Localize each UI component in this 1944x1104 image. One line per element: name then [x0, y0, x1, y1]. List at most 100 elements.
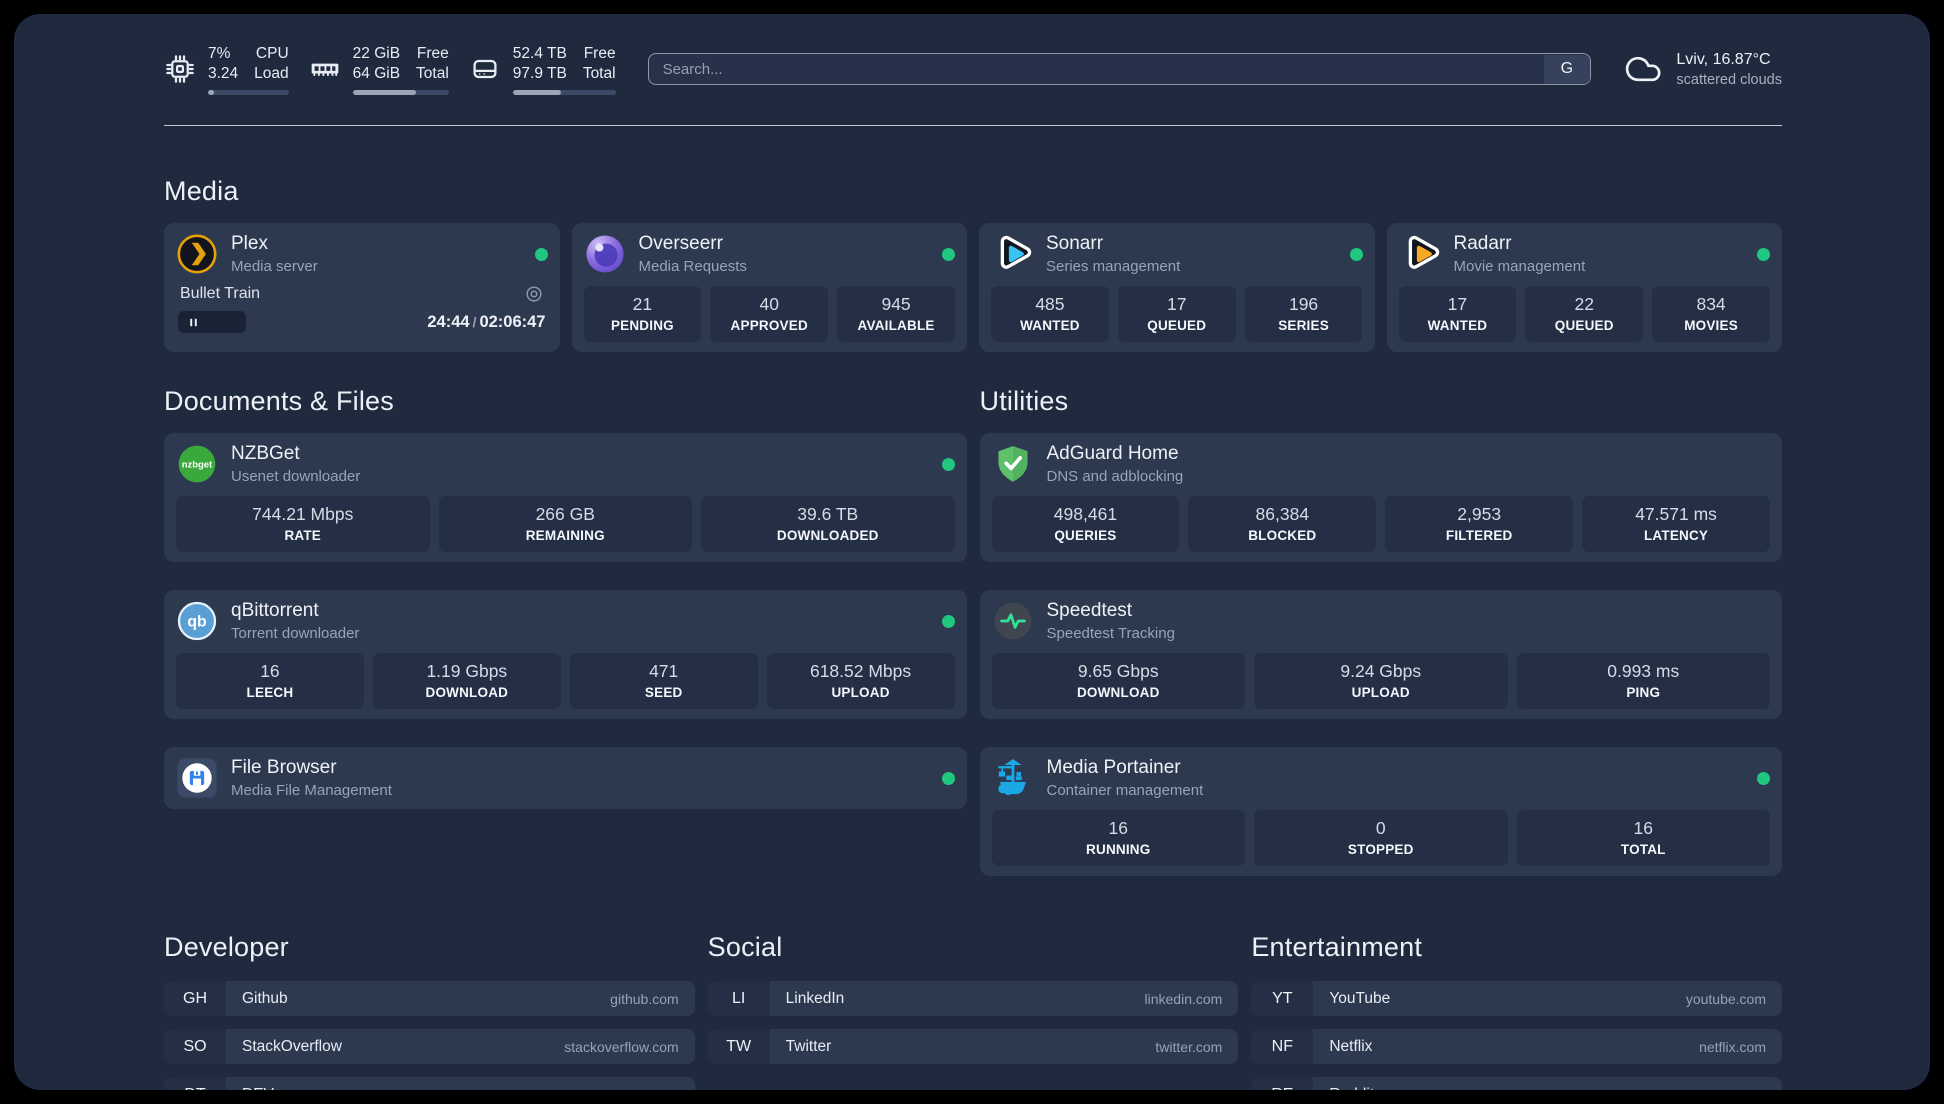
stat-value: 9.65 Gbps	[1077, 661, 1159, 682]
bookmark-main: Netflix netflix.com	[1313, 1029, 1782, 1065]
disk-icon	[469, 53, 501, 85]
service-titles: Radarr Movie management	[1454, 233, 1586, 275]
service-description: DNS and adblocking	[1046, 468, 1184, 486]
service-card-head: AdGuard Home DNS and adblocking	[992, 443, 1771, 485]
service-card-sonarr[interactable]: Sonarr Series management 485 WANTED 17 QUEUED…	[979, 223, 1375, 353]
bookmark-main: Twitter twitter.com	[769, 1029, 1239, 1065]
bookmark-dev[interactable]: DT DEV dev.to	[164, 1077, 695, 1090]
stat-value: 945	[881, 294, 911, 315]
service-card-nzbget[interactable]: nzbget NZBGet Usenet downloader 744.21 Mbps…	[164, 433, 967, 563]
bookmark-twitter[interactable]: TW Twitter twitter.com	[707, 1029, 1239, 1065]
stat-block-movies: 834 MOVIES	[1652, 286, 1770, 343]
resource-label: Free	[416, 45, 449, 62]
stat-value: 17	[1447, 294, 1468, 315]
bookmark-abbr: YT	[1251, 981, 1314, 1017]
stat-block-wanted: 485 WANTED	[991, 286, 1109, 343]
service-titles: Sonarr Series management	[1046, 233, 1180, 275]
bookmark-url: dev.to	[642, 1087, 679, 1090]
bookmark-linkedin[interactable]: LI LinkedIn linkedin.com	[707, 981, 1239, 1017]
stat-block-series: 196 SERIES	[1244, 286, 1363, 343]
bookmark-url: github.com	[610, 990, 679, 1007]
bookmark-rows: YT YouTube youtube.com NF Netflix netflix.com…	[1251, 981, 1782, 1090]
status-dot	[941, 614, 955, 628]
stat-value: 16	[1633, 818, 1653, 839]
stat-block-pending: 21 PENDING	[583, 286, 702, 343]
stat-value: 834	[1696, 294, 1726, 315]
bookmark-netflix[interactable]: NF Netflix netflix.com	[1251, 1029, 1782, 1065]
bookmark-youtube[interactable]: YT YouTube youtube.com	[1251, 981, 1782, 1017]
radarr-icon	[1399, 233, 1441, 275]
stat-block-upload: 9.24 Gbps UPLOAD	[1254, 653, 1508, 710]
weather-widget: Lviv, 16.87°C scattered clouds	[1623, 49, 1782, 89]
service-name: Radarr	[1453, 233, 1512, 255]
stat-label: RATE	[284, 528, 322, 544]
search-input[interactable]	[647, 53, 1592, 86]
stat-block-download: 1.19 Gbps DOWNLOAD	[372, 653, 561, 710]
stat-label: STOPPED	[1347, 842, 1414, 858]
bookmark-name: Twitter	[785, 1037, 832, 1055]
bookmark-main: Github github.com	[226, 981, 695, 1017]
service-titles: Plex Media server	[231, 233, 318, 275]
now-playing-row: Bullet Train	[176, 284, 548, 304]
service-card-head: Sonarr Series management	[991, 233, 1363, 275]
search-bar: G	[647, 53, 1592, 86]
service-name: Speedtest	[1046, 600, 1133, 622]
service-description: Series management	[1046, 258, 1181, 276]
stat-label: QUEUED	[1554, 318, 1614, 334]
resource-progress-bar	[352, 89, 449, 95]
service-card-qbittorrent[interactable]: qb qBittorrent Torrent downloader 16 LEECH 1.…	[164, 590, 967, 720]
bookmark-url: twitter.com	[1155, 1038, 1223, 1055]
status-dot	[941, 771, 955, 785]
stat-block-blocked: 86,384 BLOCKED	[1188, 496, 1377, 553]
resource-text: 22 GiB 64 GiB Free Total	[353, 44, 449, 85]
resource-memory: 22 GiB 64 GiB Free Total	[309, 44, 449, 95]
stat-value: 1.19 Gbps	[426, 661, 508, 682]
bookmark-abbr: LI	[707, 981, 770, 1017]
stat-block-available: 945 AVAILABLE	[837, 286, 955, 343]
bookmark-github[interactable]: GH Github github.com	[164, 981, 695, 1017]
bookmark-main: Reddit reddit.com	[1313, 1077, 1782, 1090]
resource-disk: 52.4 TB 97.9 TB Free Total	[469, 44, 616, 95]
stat-block-stopped: 0 STOPPED	[1254, 810, 1508, 867]
service-card-speedtest[interactable]: Speedtest Speedtest Tracking 9.65 Gbps DOWN…	[979, 590, 1782, 720]
stat-value: 0.993 ms	[1607, 661, 1680, 682]
status-dot	[1757, 771, 1770, 785]
stat-value: 0	[1375, 818, 1386, 839]
stat-block-download: 9.65 Gbps DOWNLOAD	[991, 653, 1245, 710]
bookmark-abbr: NF	[1251, 1029, 1314, 1065]
bookmark-stackoverflow[interactable]: SO StackOverflow stackoverflow.com	[164, 1029, 695, 1065]
service-card-plex[interactable]: Plex Media server Bullet Train 24:44/02:06:…	[164, 223, 560, 353]
stat-value: 47.571 ms	[1635, 504, 1717, 525]
weather-text: Lviv, 16.87°C scattered clouds	[1676, 51, 1782, 88]
bookmark-abbr: GH	[164, 981, 226, 1017]
service-titles: qBittorrent Torrent downloader	[231, 600, 359, 642]
stat-label: AVAILABLE	[857, 318, 935, 334]
pause-button[interactable]	[178, 311, 246, 334]
header: 7% 3.24 CPU Load 22 GiB 64 GiB Free Total 52.4 T…	[164, 44, 1782, 95]
service-card-media-portainer[interactable]: Media Portainer Container management 16 RUN…	[979, 747, 1782, 877]
stat-label: DOWNLOADED	[776, 528, 879, 544]
group-title-entertainment: Entertainment	[1251, 932, 1423, 963]
stat-block-ping: 0.993 ms PING	[1516, 653, 1770, 710]
watch-icon[interactable]	[524, 284, 544, 304]
service-card-file-browser[interactable]: File Browser Media File Management	[164, 747, 967, 810]
service-description: Media Requests	[638, 258, 747, 276]
resource-progress-fill	[208, 89, 214, 95]
service-card-adguard-home[interactable]: AdGuard Home DNS and adblocking 498,461 QUE…	[979, 433, 1782, 563]
stat-block-total: 16 TOTAL	[1516, 810, 1770, 867]
bookmark-main: StackOverflow stackoverflow.com	[226, 1029, 695, 1065]
service-card-overseerr[interactable]: Overseerr Media Requests 21 PENDING 40 APPROV…	[571, 223, 967, 353]
search-provider-button[interactable]: G	[1543, 54, 1590, 84]
filebrowser-icon	[176, 757, 218, 799]
bookmark-reddit[interactable]: RE Reddit reddit.com	[1251, 1077, 1782, 1090]
elapsed-time: 24:44	[427, 312, 470, 331]
stat-value: 498,461	[1053, 504, 1118, 525]
service-card-head: Speedtest Speedtest Tracking	[992, 600, 1771, 642]
resource-progress-bar	[512, 89, 616, 95]
stat-value: 17	[1167, 294, 1187, 315]
resource-value: 52.4 TB	[512, 45, 567, 62]
resource-progress-bar	[208, 89, 289, 95]
stat-block-queries: 498,461 QUERIES	[991, 496, 1180, 553]
group-utilities: Utilities AdGuard Home DNS and adblocking…	[979, 352, 1782, 877]
service-card-radarr[interactable]: Radarr Movie management 17 WANTED 22 QUEUED 83…	[1386, 223, 1782, 353]
